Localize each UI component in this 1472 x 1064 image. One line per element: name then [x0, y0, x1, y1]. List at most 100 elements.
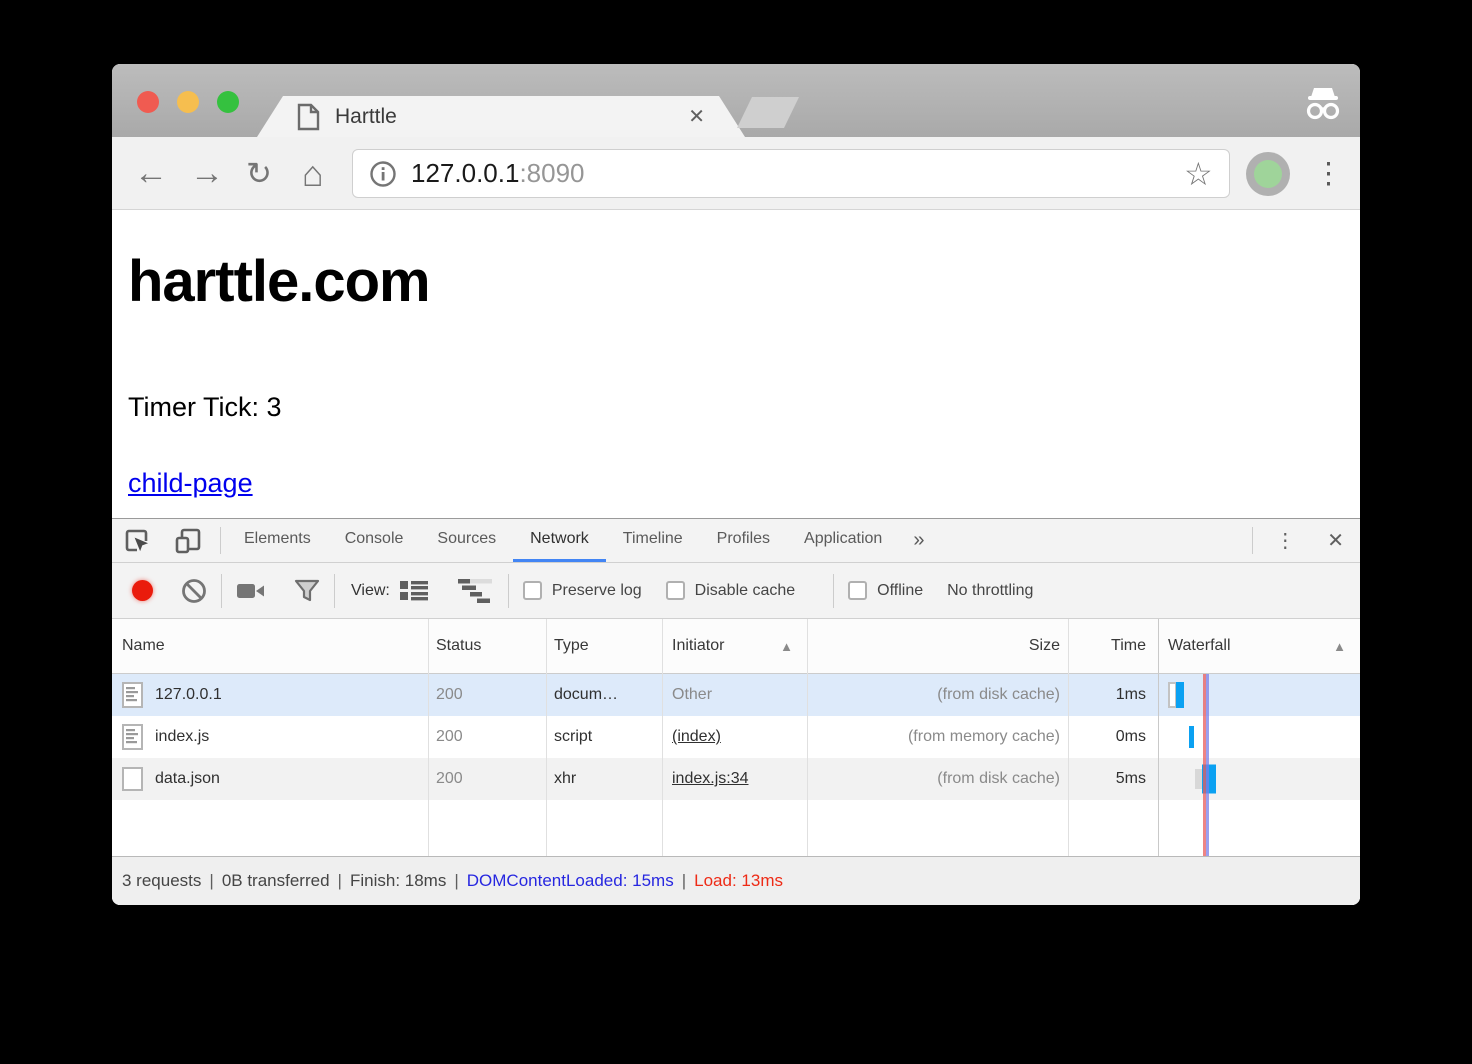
bookmark-star-icon[interactable]: ☆ [1184, 137, 1213, 210]
column-divider[interactable] [546, 619, 547, 856]
divider [1252, 527, 1253, 554]
forward-icon[interactable]: → [190, 137, 224, 210]
titlebar: Harttle ✕ [112, 64, 1360, 137]
network-summary-bar: 3 requests | 0B transferred | Finish: 18… [112, 856, 1360, 905]
column-header-type[interactable]: Type [546, 637, 662, 655]
waterfall-cell[interactable] [1158, 758, 1360, 800]
column-header-size[interactable]: Size [807, 637, 1068, 655]
page-content: harttle.com Timer Tick: 3 child-page [112, 210, 1360, 518]
address-bar[interactable]: 127.0.0.1:8090 [352, 149, 1230, 198]
waterfall-cell[interactable] [1158, 674, 1360, 716]
browser-tab[interactable]: Harttle ✕ [257, 96, 745, 137]
network-toolbar: View: Preserve log Disable cache Offline [112, 563, 1360, 619]
request-name: index.js [155, 728, 209, 746]
tab-application[interactable]: Application [787, 519, 899, 562]
more-tabs-icon[interactable]: » [899, 519, 938, 562]
devtools-menu-icon[interactable]: ⋮ [1259, 519, 1311, 562]
tab-title: Harttle [335, 105, 397, 129]
column-header-initiator[interactable]: Initiator ▲ [662, 637, 807, 655]
tab-profiles[interactable]: Profiles [700, 519, 787, 562]
divider [220, 527, 221, 554]
request-time: 5ms [1068, 770, 1158, 788]
tab-sources[interactable]: Sources [420, 519, 513, 562]
summary-load: Load: 13ms [694, 871, 783, 891]
tab-elements[interactable]: Elements [227, 519, 328, 562]
initiator-link[interactable]: index.js:34 [672, 770, 749, 787]
avatar-inner [1254, 160, 1282, 188]
checkbox[interactable] [666, 581, 685, 600]
browser-toolbar: ← → ↻ ⌂ 127.0.0.1:8090 ☆ ⋮ [112, 137, 1360, 210]
preserve-log-checkbox[interactable]: Preserve log [523, 581, 642, 600]
profile-avatar[interactable] [1246, 152, 1290, 196]
disable-cache-checkbox[interactable]: Disable cache [666, 581, 796, 600]
checkbox[interactable] [523, 581, 542, 600]
child-page-link[interactable]: child-page [128, 468, 253, 499]
list-view-icon[interactable] [400, 580, 430, 602]
request-status: 200 [428, 770, 546, 788]
page-info-icon[interactable] [369, 160, 397, 188]
request-size: (from disk cache) [807, 686, 1068, 704]
divider [221, 574, 222, 608]
column-divider[interactable] [428, 619, 429, 856]
divider [334, 574, 335, 608]
page-title: harttle.com [128, 210, 1360, 315]
request-size: (from memory cache) [807, 728, 1068, 746]
table-row[interactable]: data.json 200 xhr index.js:34 (from disk… [112, 758, 1360, 800]
tab-network[interactable]: Network [513, 519, 606, 562]
table-row[interactable]: 127.0.0.1 200 docum… Other (from disk ca… [112, 674, 1360, 716]
new-tab-button[interactable] [737, 97, 799, 128]
offline-checkbox[interactable]: Offline [848, 581, 923, 600]
url-text: 127.0.0.1:8090 [411, 158, 585, 189]
inspect-element-icon[interactable] [112, 519, 162, 562]
column-divider[interactable] [807, 619, 808, 856]
summary-requests: 3 requests [122, 871, 201, 891]
url-port: :8090 [519, 158, 584, 188]
reload-icon[interactable]: ↻ [246, 137, 272, 210]
request-type: script [546, 728, 662, 746]
column-header-status[interactable]: Status [428, 637, 546, 655]
column-header-time[interactable]: Time [1068, 637, 1158, 655]
initiator-link[interactable]: (index) [672, 728, 721, 745]
waterfall-cell[interactable] [1158, 716, 1360, 758]
waterfall-view-icon[interactable] [458, 579, 494, 603]
waterfall-bar [1176, 682, 1184, 708]
request-size: (from disk cache) [807, 770, 1068, 788]
back-icon[interactable]: ← [134, 137, 168, 210]
column-header-waterfall[interactable]: Waterfall ▲ [1158, 619, 1360, 673]
screenshot-camera-icon[interactable] [236, 581, 266, 601]
summary-dom-content-loaded: DOMContentLoaded: 15ms [467, 871, 674, 891]
column-header-name[interactable]: Name [112, 637, 428, 655]
minimize-window-button[interactable] [177, 91, 199, 113]
checkbox[interactable] [848, 581, 867, 600]
home-icon[interactable]: ⌂ [302, 137, 324, 210]
device-toolbar-icon[interactable] [162, 519, 214, 562]
divider [508, 574, 509, 608]
tab-close-icon[interactable]: ✕ [688, 107, 705, 127]
request-status: 200 [428, 728, 546, 746]
browser-menu-icon[interactable]: ⋮ [1314, 137, 1343, 210]
clear-icon[interactable] [181, 578, 207, 604]
devtools-panel: Elements Console Sources Network Timelin… [112, 518, 1360, 905]
throttling-select[interactable]: No throttling [947, 582, 1033, 600]
tab-timeline[interactable]: Timeline [606, 519, 700, 562]
zoom-window-button[interactable] [217, 91, 239, 113]
request-status: 200 [428, 686, 546, 704]
column-divider[interactable] [1068, 619, 1069, 856]
request-name: 127.0.0.1 [155, 686, 222, 704]
waterfall-bar [1189, 726, 1194, 748]
tab-console[interactable]: Console [328, 519, 421, 562]
filter-funnel-icon[interactable] [294, 579, 320, 603]
table-row[interactable]: index.js 200 script (index) (from memory… [112, 716, 1360, 758]
table-body: 127.0.0.1 200 docum… Other (from disk ca… [112, 674, 1360, 856]
summary-transferred: 0B transferred [222, 871, 330, 891]
divider [833, 574, 834, 608]
column-divider[interactable] [662, 619, 663, 856]
incognito-icon [1300, 84, 1346, 122]
column-divider[interactable] [1158, 619, 1159, 856]
devtools-close-icon[interactable]: ✕ [1311, 519, 1360, 562]
document-file-icon [122, 682, 143, 708]
close-window-button[interactable] [137, 91, 159, 113]
record-button[interactable] [132, 580, 153, 601]
browser-window: Harttle ✕ ← → ↻ ⌂ 127.0.0.1:8090 ☆ [112, 64, 1360, 905]
table-header-row: Name Status Type Initiator ▲ Size Time W… [112, 619, 1360, 674]
